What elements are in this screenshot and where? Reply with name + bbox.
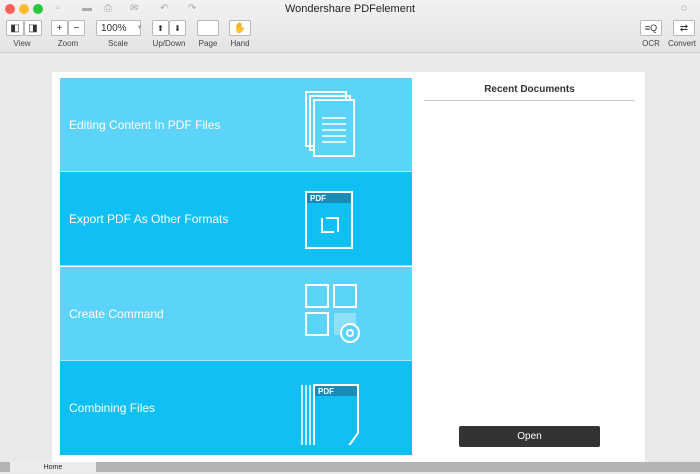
tile-label: Export PDF As Other Formats — [69, 211, 229, 226]
combine-files-icon: PDF — [301, 384, 359, 445]
pdf-text: PDF — [310, 194, 326, 203]
chevron-down-icon: ▼ — [136, 25, 143, 31]
home-panel: Editing Content In PDF Files Export PDF … — [52, 72, 645, 462]
tile-label: Editing Content In PDF Files — [69, 117, 221, 132]
convert-button[interactable]: ⇄ — [673, 20, 695, 36]
view-double-button[interactable]: ◨ — [24, 20, 42, 36]
ocr-button[interactable]: ≡Q — [640, 20, 662, 36]
tile-export-pdf[interactable]: Export PDF As Other Formats PDF — [60, 172, 412, 266]
hand-label: Hand — [230, 39, 250, 48]
tab-home[interactable]: Home — [10, 462, 96, 472]
zoom-out-button[interactable]: − — [68, 20, 85, 36]
tile-label: Create Command — [69, 306, 164, 321]
scale-select[interactable]: 100% ▼ — [96, 20, 143, 36]
pdf-text: PDF — [318, 387, 334, 396]
tab-bar: Home — [0, 462, 700, 472]
document-stack-icon — [305, 91, 355, 157]
hand-button[interactable]: ✋ — [229, 20, 251, 36]
hand-icon: ✋ — [233, 22, 247, 34]
page-down-button[interactable]: ⬇ — [169, 20, 186, 36]
account-icon[interactable]: ☺ — [679, 3, 689, 14]
page-up-button[interactable]: ⬆ — [152, 20, 169, 36]
tile-combining-files[interactable]: Combining Files PDF — [60, 361, 412, 455]
grid-gear-icon — [305, 284, 360, 343]
view-label: View — [13, 39, 31, 48]
page-input[interactable] — [197, 20, 219, 36]
zoom-label: Zoom — [57, 39, 79, 48]
tile-create-command[interactable]: Create Command — [60, 267, 412, 361]
tile-label: Combining Files — [69, 401, 156, 415]
window-title: Wondershare PDFelement — [284, 3, 416, 15]
convert-label: Convert — [667, 39, 696, 48]
scale-label: Scale — [107, 39, 128, 48]
scale-value: 100% — [101, 22, 127, 34]
convert-icon: ⇄ — [679, 22, 689, 34]
tile-editing-content[interactable]: Editing Content In PDF Files — [60, 78, 412, 172]
recent-documents-title: Recent Documents — [424, 84, 635, 101]
zoom-in-button[interactable]: + — [51, 20, 68, 36]
pdf-convert-icon: PDF — [305, 191, 353, 249]
open-button[interactable]: Open — [459, 426, 600, 447]
ocr-icon: ≡Q — [644, 23, 658, 33]
view-single-button[interactable]: ◧ — [6, 20, 24, 36]
toolbar: ▫ ▬ ⎙ ✉ ↶ ↷ Wondershare PDFelement ☺ ◧ ◨… — [0, 0, 700, 53]
